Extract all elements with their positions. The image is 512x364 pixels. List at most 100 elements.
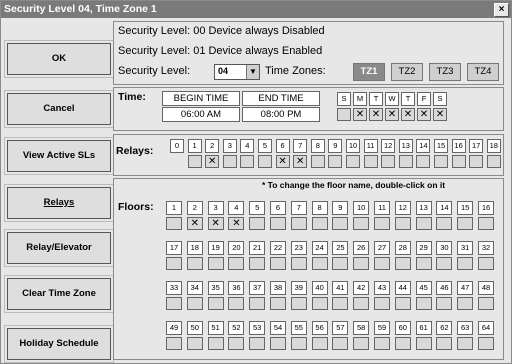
- close-icon[interactable]: ×: [494, 3, 509, 17]
- floor-number[interactable]: 16: [478, 201, 494, 215]
- floor-number[interactable]: 58: [353, 321, 370, 335]
- floor-checkbox[interactable]: [166, 217, 182, 230]
- view-active-sls-button[interactable]: View Active SLs: [4, 137, 114, 175]
- floor-checkbox[interactable]: ✕: [186, 217, 203, 230]
- begin-time-field[interactable]: 06:00 AM: [162, 107, 240, 122]
- holiday-schedule-button[interactable]: Holiday Schedule: [4, 325, 114, 363]
- floor-checkbox[interactable]: [332, 217, 349, 230]
- floor-number[interactable]: 33: [166, 281, 182, 295]
- floor-checkbox[interactable]: [436, 257, 453, 270]
- floor-number[interactable]: 56: [311, 321, 328, 335]
- relay-checkbox[interactable]: [381, 155, 396, 168]
- floor-number[interactable]: 10: [353, 201, 370, 215]
- floor-number[interactable]: 18: [186, 241, 203, 255]
- floor-checkbox[interactable]: ✕: [207, 217, 224, 230]
- ok-button[interactable]: OK: [4, 40, 114, 78]
- floor-checkbox[interactable]: [332, 257, 349, 270]
- floor-number[interactable]: 47: [457, 281, 474, 295]
- floor-number[interactable]: 44: [394, 281, 411, 295]
- floor-checkbox[interactable]: [394, 297, 411, 310]
- floor-checkbox[interactable]: [353, 337, 370, 350]
- floor-number[interactable]: 50: [186, 321, 203, 335]
- day-checkbox[interactable]: [337, 108, 351, 121]
- floor-number[interactable]: 4: [228, 201, 245, 215]
- day-checkbox[interactable]: ✕: [353, 108, 367, 121]
- floor-checkbox[interactable]: [228, 337, 245, 350]
- relay-checkbox[interactable]: ✕: [293, 155, 308, 168]
- chevron-down-icon[interactable]: ▼: [246, 65, 259, 79]
- floor-number[interactable]: 5: [249, 201, 266, 215]
- floor-number[interactable]: 55: [290, 321, 307, 335]
- floor-checkbox[interactable]: [166, 337, 182, 350]
- relay-checkbox[interactable]: [328, 155, 343, 168]
- floor-checkbox[interactable]: [394, 257, 411, 270]
- floor-checkbox[interactable]: [311, 257, 328, 270]
- floor-number[interactable]: 39: [290, 281, 307, 295]
- floor-number[interactable]: 51: [207, 321, 224, 335]
- floor-checkbox[interactable]: [394, 337, 411, 350]
- floor-checkbox[interactable]: [207, 257, 224, 270]
- relay-checkbox[interactable]: [240, 155, 255, 168]
- floor-number[interactable]: 3: [207, 201, 224, 215]
- relay-checkbox[interactable]: [222, 155, 237, 168]
- relay-checkbox[interactable]: [310, 155, 325, 168]
- floor-checkbox[interactable]: [415, 257, 432, 270]
- floor-number[interactable]: 14: [436, 201, 453, 215]
- day-checkbox[interactable]: ✕: [433, 108, 447, 121]
- relay-checkbox[interactable]: [486, 155, 501, 168]
- floor-checkbox[interactable]: [249, 297, 266, 310]
- floor-checkbox[interactable]: [166, 297, 182, 310]
- floor-checkbox[interactable]: [249, 257, 266, 270]
- floor-number[interactable]: 23: [290, 241, 307, 255]
- floor-checkbox[interactable]: [290, 297, 307, 310]
- floor-number[interactable]: 7: [290, 201, 307, 215]
- floor-number[interactable]: 34: [186, 281, 203, 295]
- relay-checkbox[interactable]: [363, 155, 378, 168]
- floor-checkbox[interactable]: [332, 297, 349, 310]
- floor-number[interactable]: 61: [415, 321, 432, 335]
- floor-number[interactable]: 15: [457, 201, 474, 215]
- floor-checkbox[interactable]: [249, 217, 266, 230]
- floor-number[interactable]: 2: [186, 201, 203, 215]
- day-checkbox[interactable]: ✕: [401, 108, 415, 121]
- floor-number[interactable]: 28: [394, 241, 411, 255]
- floor-checkbox[interactable]: [478, 217, 494, 230]
- floor-number[interactable]: 59: [374, 321, 390, 335]
- cancel-button[interactable]: Cancel: [4, 90, 114, 128]
- floor-number[interactable]: 41: [332, 281, 349, 295]
- floor-number[interactable]: 49: [166, 321, 182, 335]
- floor-checkbox[interactable]: [415, 337, 432, 350]
- floor-number[interactable]: 63: [457, 321, 474, 335]
- floor-number[interactable]: 57: [332, 321, 349, 335]
- floor-checkbox[interactable]: [457, 297, 474, 310]
- floor-checkbox[interactable]: [374, 297, 390, 310]
- floor-checkbox[interactable]: [394, 217, 411, 230]
- floor-checkbox[interactable]: [374, 257, 390, 270]
- floor-number[interactable]: 26: [353, 241, 370, 255]
- relays-button[interactable]: Relays: [4, 184, 114, 222]
- relay-checkbox[interactable]: [398, 155, 413, 168]
- floor-number[interactable]: 37: [249, 281, 266, 295]
- floor-number[interactable]: 21: [249, 241, 266, 255]
- floor-checkbox[interactable]: [311, 217, 328, 230]
- floor-checkbox[interactable]: [436, 337, 453, 350]
- floor-checkbox[interactable]: [374, 337, 390, 350]
- floor-number[interactable]: 45: [415, 281, 432, 295]
- security-level-select[interactable]: 04 ▼: [214, 64, 260, 80]
- floor-number[interactable]: 60: [394, 321, 411, 335]
- floor-number[interactable]: 6: [270, 201, 286, 215]
- floor-checkbox[interactable]: [207, 297, 224, 310]
- floor-number[interactable]: 54: [270, 321, 286, 335]
- day-checkbox[interactable]: ✕: [369, 108, 383, 121]
- floor-checkbox[interactable]: [186, 257, 203, 270]
- floor-checkbox[interactable]: [353, 257, 370, 270]
- floor-number[interactable]: 24: [311, 241, 328, 255]
- floor-number[interactable]: 36: [228, 281, 245, 295]
- floor-checkbox[interactable]: [270, 297, 286, 310]
- floor-checkbox[interactable]: [457, 337, 474, 350]
- floor-checkbox[interactable]: [457, 217, 474, 230]
- tab-tz1[interactable]: TZ1: [353, 63, 385, 81]
- floor-checkbox[interactable]: [436, 297, 453, 310]
- floor-number[interactable]: 52: [228, 321, 245, 335]
- floor-number[interactable]: 48: [478, 281, 494, 295]
